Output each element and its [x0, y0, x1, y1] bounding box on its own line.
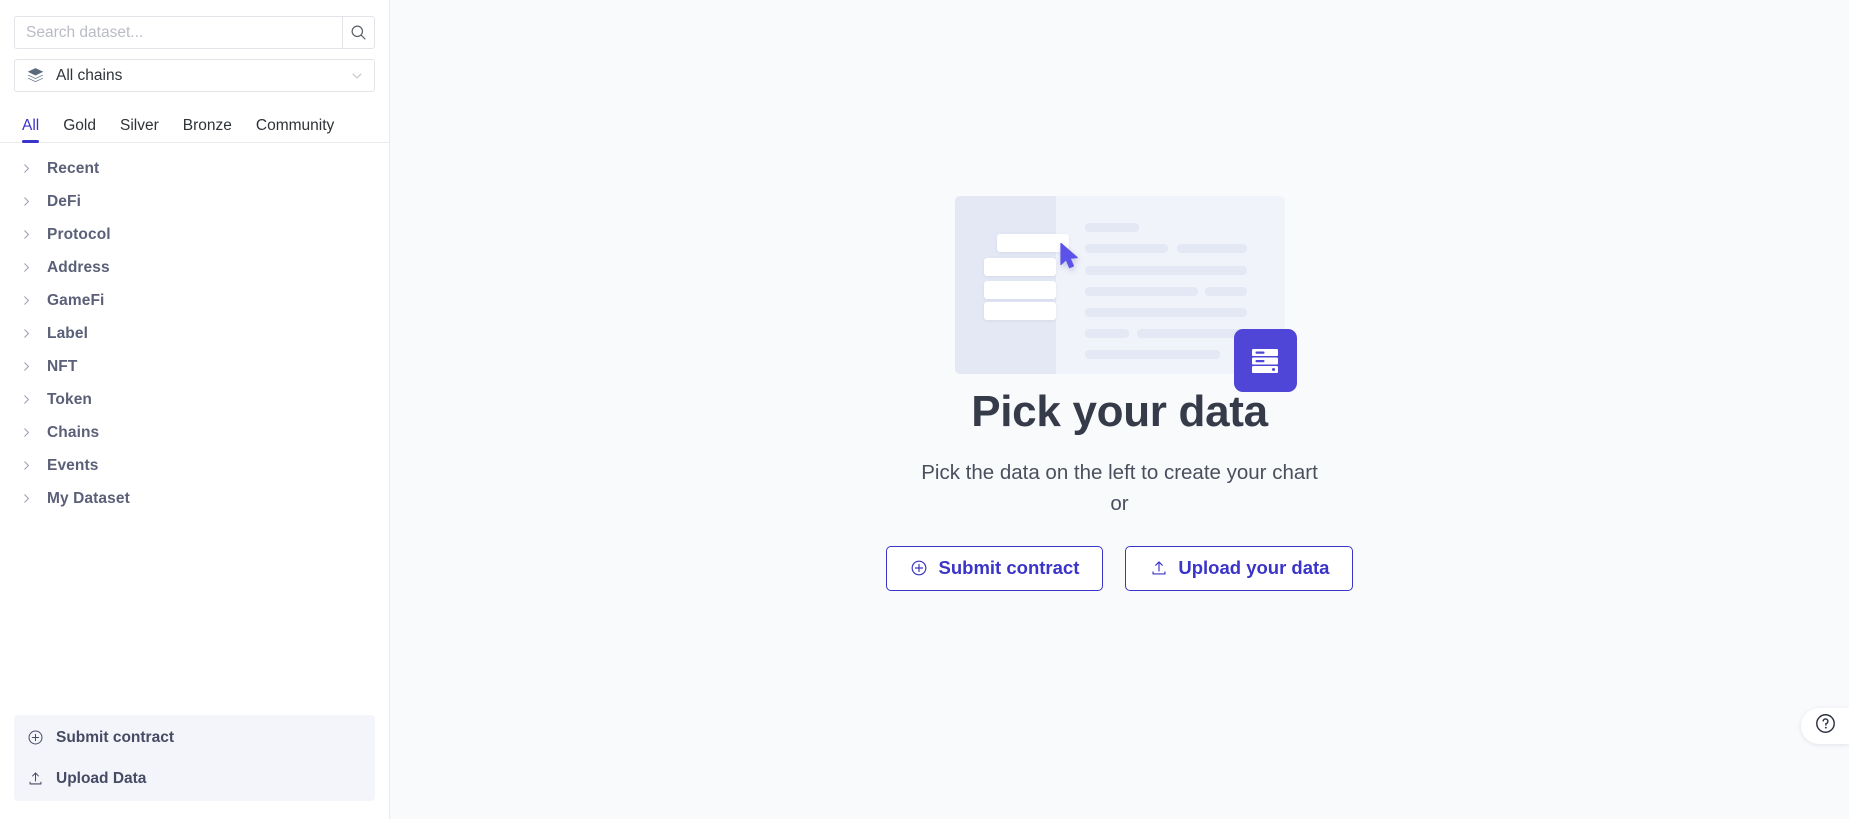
tree-item-label: Label [47, 324, 88, 342]
tree-item-label: NFT [47, 357, 78, 375]
tree-item-label: Chains [47, 423, 100, 441]
illustration-row [983, 281, 1056, 299]
tree-item-label: DeFi [47, 192, 81, 210]
illustration-line [1204, 287, 1247, 296]
tree-item-label: Protocol [47, 225, 111, 243]
plus-circle-icon [910, 559, 929, 578]
chevron-right-icon[interactable] [19, 359, 34, 374]
tab-all[interactable]: All [22, 117, 40, 143]
upload-your-data-button-label: Upload your data [1178, 557, 1330, 579]
dataset-tree: Recent DeFi Protocol Address GameFi Label NFT T… [0, 143, 389, 715]
search-row [14, 16, 375, 49]
upload-icon [26, 770, 44, 788]
tree-item-label: Recent [47, 159, 100, 177]
app-root: All chains AllGoldSilverBronzeCommunity … [0, 0, 1849, 819]
dataset-sidebar: All chains AllGoldSilverBronzeCommunity … [0, 0, 390, 819]
subtitle-line-2: or [1110, 492, 1129, 516]
page-title: Pick your data [971, 387, 1268, 436]
illustration-line [1176, 244, 1247, 253]
tree-item-nft[interactable]: NFT [0, 350, 389, 383]
chain-select-label: All chains [56, 66, 123, 84]
tree-item-defi[interactable]: DeFi [0, 185, 389, 218]
illustration-line [1136, 329, 1247, 338]
chevron-right-icon[interactable] [19, 458, 34, 473]
chevron-right-icon[interactable] [19, 227, 34, 242]
chevron-right-icon[interactable] [19, 293, 34, 308]
tree-item-label: GameFi [47, 291, 105, 309]
submit-contract-button[interactable]: Submit contract [885, 545, 1104, 591]
tree-item-label: Token [47, 390, 92, 408]
tab-silver[interactable]: Silver [120, 117, 159, 143]
main-content: Pick your data Pick the data on the left… [390, 0, 1849, 819]
search-icon [350, 24, 367, 41]
illustration-row [983, 302, 1056, 320]
illustration-line [1084, 287, 1198, 296]
tree-item-gamefi[interactable]: GameFi [0, 284, 389, 317]
tier-tabs: All Gold Silver Bronze Community [0, 106, 389, 143]
chevron-right-icon[interactable] [19, 161, 34, 176]
sidebar-action-label: Submit contract [56, 728, 174, 746]
upload-icon [1149, 559, 1168, 578]
tree-item-token[interactable]: Token [0, 383, 389, 416]
chevron-right-icon[interactable] [19, 260, 34, 275]
cta-button-row: Submit contract Upload your data [840, 545, 1400, 591]
illustration-row [983, 258, 1056, 276]
plus-circle-icon [26, 729, 44, 747]
layers-stack-icon [26, 66, 45, 85]
search-button[interactable] [342, 16, 375, 49]
pick-data-illustration [954, 196, 1297, 392]
illustration-line [1084, 223, 1139, 232]
chevron-right-icon[interactable] [19, 491, 34, 506]
illustration-line [1084, 266, 1247, 275]
chevron-right-icon[interactable] [19, 326, 34, 341]
illustration-line [1084, 350, 1220, 359]
tree-item-events[interactable]: Events [0, 449, 389, 482]
chevron-right-icon[interactable] [19, 392, 34, 407]
tree-item-label: Address [47, 258, 110, 276]
tree-item-label[interactable]: Label [0, 317, 389, 350]
subtitle-line-1: Pick the data on the left to create your… [921, 461, 1318, 485]
submit-contract-button-label: Submit contract [938, 557, 1080, 579]
empty-state: Pick your data Pick the data on the left… [840, 196, 1400, 591]
chevron-right-icon[interactable] [19, 194, 34, 209]
chevron-down-icon[interactable] [350, 69, 364, 83]
help-button[interactable] [1801, 708, 1849, 744]
sidebar-actions-panel: Submit contract Upload Data [14, 715, 375, 801]
tab-community[interactable]: Community [256, 117, 334, 143]
database-icon [1233, 329, 1297, 392]
tab-gold[interactable]: Gold [63, 117, 96, 143]
tree-item-address[interactable]: Address [0, 251, 389, 284]
sidebar-action-submit-contract[interactable]: Submit contract [14, 717, 375, 758]
sidebar-action-label: Upload Data [56, 769, 147, 787]
tree-item-my-dataset[interactable]: My Dataset [0, 482, 389, 515]
tab-bronze[interactable]: Bronze [183, 117, 232, 143]
empty-state-subtitle: Pick the data on the left to create your… [840, 458, 1400, 520]
illustration-line [1084, 329, 1129, 338]
question-mark-circle-icon [1814, 712, 1837, 740]
search-input[interactable] [14, 16, 342, 49]
chain-select[interactable]: All chains [14, 59, 375, 92]
chevron-right-icon[interactable] [19, 425, 34, 440]
sidebar-action-upload-data[interactable]: Upload Data [14, 758, 375, 799]
tree-item-protocol[interactable]: Protocol [0, 218, 389, 251]
tree-item-chains[interactable]: Chains [0, 416, 389, 449]
illustration-line [1084, 308, 1247, 317]
tree-item-label: Events [47, 456, 99, 474]
tree-item-recent[interactable]: Recent [0, 152, 389, 185]
cursor-pointer-icon [1059, 242, 1081, 272]
illustration-line [1084, 244, 1168, 253]
upload-your-data-button[interactable]: Upload your data [1125, 545, 1354, 591]
tree-item-label: My Dataset [47, 489, 130, 507]
